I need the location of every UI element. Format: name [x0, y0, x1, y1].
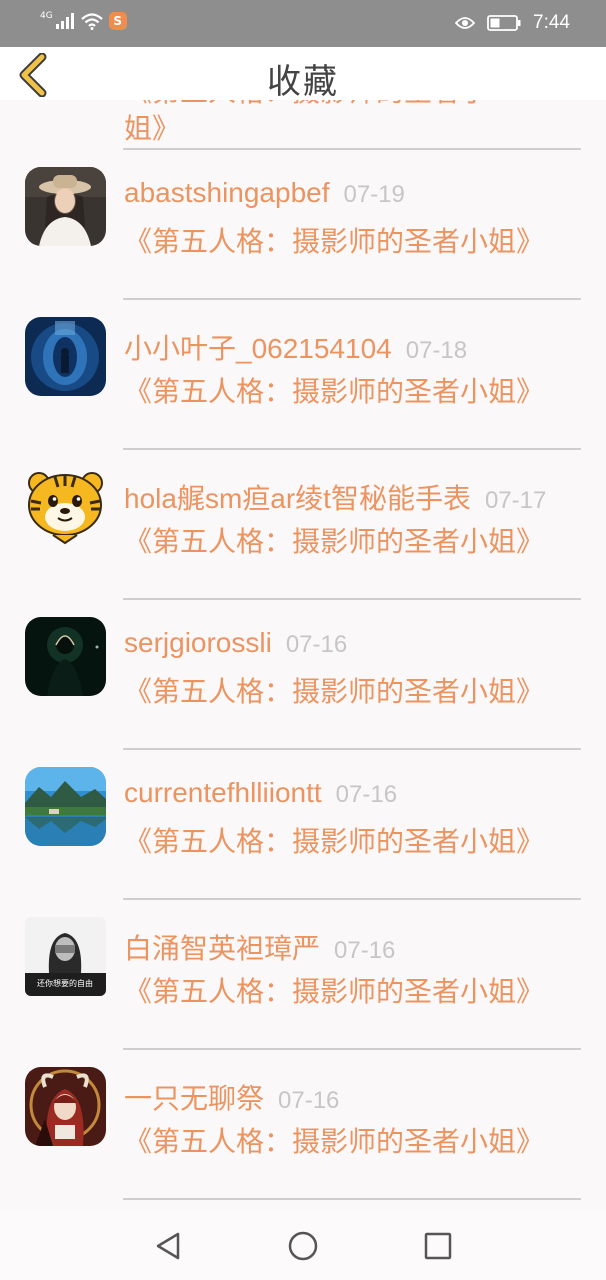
lake-landscape-avatar-icon	[25, 767, 106, 846]
date: 07-19	[343, 181, 405, 208]
bw-portrait-avatar-icon: 还你想要的自由	[25, 917, 106, 996]
date: 07-16	[278, 1087, 340, 1114]
date: 07-16	[335, 781, 398, 808]
avatar[interactable]	[25, 767, 106, 846]
avatar[interactable]: 还你想要的自由	[25, 917, 106, 996]
divider	[123, 1198, 581, 1200]
nav-home-button[interactable]	[283, 1226, 323, 1266]
avatar[interactable]	[25, 167, 106, 246]
avatar-caption: 还你想要的自由	[37, 978, 93, 988]
work-title: 《第五人格：摄影师的圣者小姐》	[124, 225, 545, 258]
list-item[interactable]: 一只无聊祭 07-16 《第五人格：摄影师的圣者小姐》	[0, 1050, 606, 1200]
list-item[interactable]: abastshingapbef 07-19 《第五人格：摄影师的圣者小姐》	[0, 150, 606, 300]
date: 07-18	[405, 337, 468, 364]
avatar[interactable]	[25, 467, 106, 546]
square-recents-icon	[424, 1232, 452, 1260]
list-item[interactable]: serjgiorossli 07-16 《第五人格：摄影师的圣者小姐》	[0, 600, 606, 750]
work-title: 《第五人格：摄影师的圣者小姐》	[124, 975, 545, 1008]
page-title: 收藏	[267, 62, 339, 102]
date: 07-16	[334, 937, 396, 964]
username: currentefhlliiontt 07-16	[124, 777, 398, 808]
username: 小小叶子_062154104 07-18	[124, 333, 468, 364]
work-title: 《第五人格：摄影师的圣者小姐》	[124, 375, 545, 408]
list-item[interactable]: 还你想要的自由 白涌智英袒璋严 07-16 《第五人格：摄影师的圣者小姐》	[0, 900, 606, 1050]
avatar[interactable]	[25, 617, 106, 696]
circle-home-icon	[288, 1231, 318, 1261]
username: serjgiorossli 07-16	[124, 627, 348, 658]
avatar[interactable]	[25, 1067, 106, 1146]
username: hola艉sm疸ar绫t智秘能手表 07-17	[124, 483, 547, 514]
date: 07-17	[484, 487, 547, 514]
woman-hat-avatar-icon	[25, 167, 106, 246]
triangle-back-icon	[156, 1232, 180, 1260]
list-item[interactable]: hola艉sm疸ar绫t智秘能手表 07-17 《第五人格：摄影师的圣者小姐》	[0, 450, 606, 600]
dark-silhouette-avatar-icon	[25, 617, 106, 696]
system-navigation-bar	[0, 1210, 606, 1280]
avatar[interactable]	[25, 317, 106, 396]
work-title: 《第五人格：摄影师的圣者小姐》	[124, 675, 545, 708]
nav-recents-button[interactable]	[418, 1226, 458, 1266]
header-bar: 收藏	[0, 47, 606, 102]
work-title: 《第五人格：摄影师的圣者小姐》	[124, 825, 545, 858]
tiger-avatar-icon	[25, 467, 106, 546]
work-title: 《第五人格：摄影师的圣者小姐》	[124, 1125, 545, 1158]
list-item[interactable]: currentefhlliiontt 07-16 《第五人格：摄影师的圣者小姐》	[0, 750, 606, 900]
username: 白涌智英袒璋严 07-16	[124, 933, 396, 964]
anime-character-avatar-icon	[25, 1067, 106, 1146]
blue-photo-avatar-icon	[25, 317, 106, 396]
work-title: 《第五人格：摄影师的圣者小姐》	[124, 525, 545, 558]
date: 07-16	[285, 631, 348, 658]
username: abastshingapbef 07-19	[124, 177, 405, 208]
nav-back-button[interactable]	[150, 1226, 190, 1266]
username: 一只无聊祭 07-16	[124, 1083, 340, 1114]
list-item[interactable]: 小小叶子_062154104 07-18 《第五人格：摄影师的圣者小姐》	[0, 300, 606, 450]
